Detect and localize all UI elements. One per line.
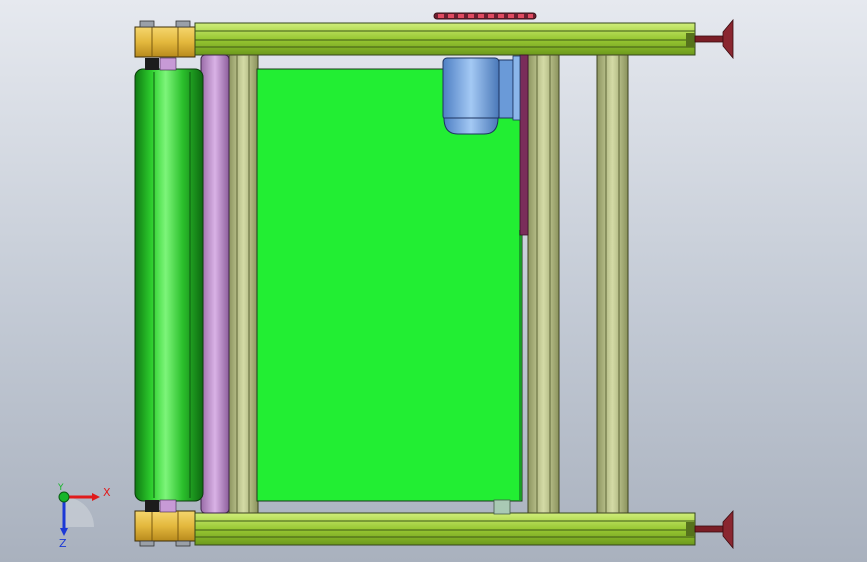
leveling-foot-top[interactable] bbox=[694, 18, 734, 60]
x-axis-label: X bbox=[103, 486, 111, 499]
cad-3d-viewport[interactable]: X Y Z bbox=[0, 0, 867, 562]
frame-upright-left[interactable] bbox=[228, 54, 259, 514]
leveling-foot-bottom[interactable] bbox=[694, 509, 734, 550]
drive-roller[interactable] bbox=[134, 57, 204, 513]
z-axis-label: Z bbox=[59, 537, 67, 550]
top-profile-rail[interactable] bbox=[194, 22, 696, 56]
bottom-bearing-block[interactable] bbox=[134, 510, 196, 547]
lower-support-shaft[interactable] bbox=[493, 499, 511, 515]
y-axis-dot bbox=[58, 491, 70, 503]
bottom-profile-rail[interactable] bbox=[194, 512, 696, 546]
frame-upright-middle[interactable] bbox=[527, 54, 560, 514]
y-axis-label: Y bbox=[58, 483, 64, 493]
conveyor-assembly-model[interactable] bbox=[0, 0, 867, 562]
motor-side-plate[interactable] bbox=[519, 54, 529, 236]
frame-upright-right[interactable] bbox=[596, 54, 629, 514]
idler-roller[interactable] bbox=[200, 54, 230, 514]
top-bearing-block[interactable] bbox=[134, 20, 196, 58]
axis-triad[interactable] bbox=[58, 491, 100, 536]
drive-chain[interactable] bbox=[433, 12, 537, 20]
